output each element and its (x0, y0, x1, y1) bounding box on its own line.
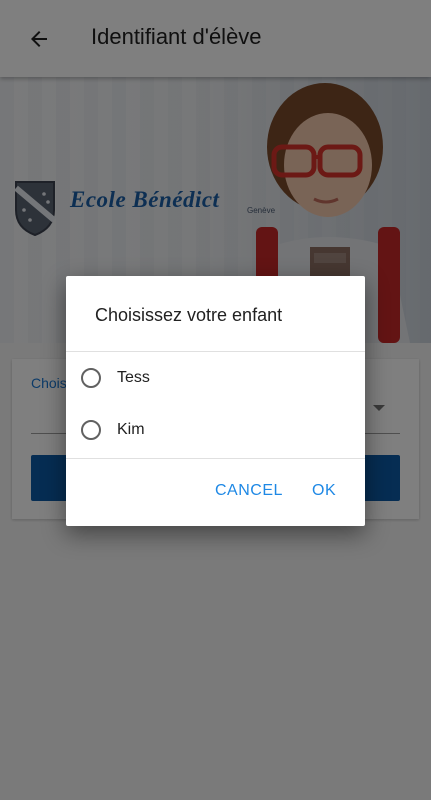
dialog-title: Choisissez votre enfant (95, 305, 283, 325)
child-option-label: Tess (117, 369, 150, 386)
dialog-divider-bottom (66, 458, 365, 459)
child-option-label: Kim (117, 421, 145, 438)
radio-unchecked-icon[interactable] (81, 368, 101, 388)
ok-button[interactable]: OK (312, 482, 336, 500)
radio-unchecked-icon[interactable] (81, 420, 101, 440)
child-option-kim[interactable]: Kim (66, 404, 365, 456)
child-option-tess[interactable]: Tess (66, 352, 365, 404)
choose-child-dialog: Choisissez votre enfant Tess Kim CANCEL … (66, 276, 365, 526)
cancel-button[interactable]: CANCEL (215, 482, 283, 500)
